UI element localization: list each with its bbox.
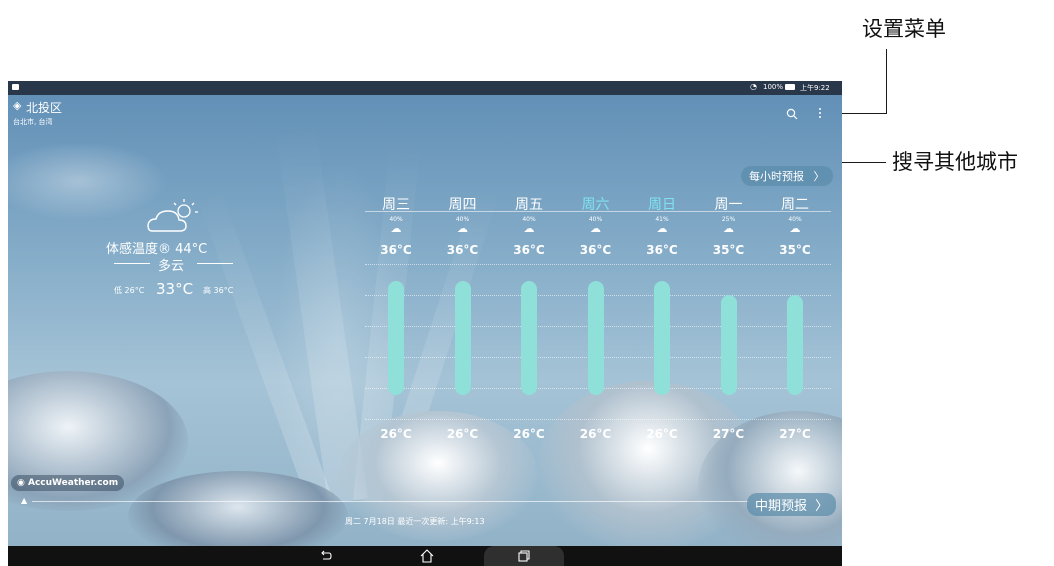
grid-line (365, 264, 831, 265)
forecast-high: 35°C (712, 243, 745, 257)
recents-icon (518, 550, 530, 562)
home-icon[interactable] (419, 548, 435, 564)
location-city: 台北市, 台湾 (13, 118, 53, 126)
forecast-low: 26°C (380, 427, 412, 441)
cloudy-icon: ☁ (723, 222, 734, 235)
temperature-range-bar (654, 281, 670, 395)
forecast-high: 36°C (380, 243, 412, 257)
battery-percent: 100% (763, 83, 784, 91)
forecast-low: 26°C (579, 427, 612, 441)
cloudy-icon: ☁ (523, 222, 535, 235)
status-bar: ◔ 100% 上午9:22 (8, 81, 842, 95)
callout-line-settings-v (886, 49, 887, 114)
forecast-day-label[interactable]: 周日 (632, 194, 692, 214)
accuweather-icon: ◉ (17, 478, 25, 488)
hourly-forecast-label: 每小时预报 (749, 170, 804, 183)
temperature-range-bar (587, 281, 604, 395)
expand-arrow-icon[interactable]: ▲ (21, 496, 27, 505)
temperature-range-bar (454, 281, 471, 395)
current-temperature: 33°C (156, 280, 194, 298)
today-low: 低 26°C (114, 286, 145, 295)
accuweather-text: AccuWeather.com (28, 478, 119, 488)
cloudy-icon: ☁ (656, 222, 668, 235)
forecast-day-label[interactable]: 周一 (699, 194, 759, 214)
forecast-low: 26°C (646, 427, 678, 441)
forecast-low: 26°C (513, 427, 545, 441)
temperature-range-bar (388, 281, 404, 395)
last-update-text: 周二 7月18日 最近一次更新: 上午9:13 (345, 517, 485, 526)
footer-divider (32, 501, 749, 502)
cloudy-icon: ☁ (789, 222, 801, 235)
weather-app-screen: ◔ 100% 上午9:22 ◈ 北投区 台北市, 台湾 体感温度® 44°C 多… (8, 81, 842, 566)
forecast-day-label[interactable]: 周二 (765, 194, 825, 214)
battery-icon (785, 84, 795, 90)
hourly-forecast-button[interactable]: 每小时预报 〉 (741, 166, 833, 186)
chevron-right-icon: 〉 (815, 499, 829, 514)
forecast-low: 26°C (446, 427, 479, 441)
wifi-icon: ◔ (750, 82, 757, 91)
grid-line (365, 419, 831, 420)
location-diamond-icon: ◈ (13, 99, 22, 112)
temperature-range-bar (787, 294, 803, 395)
forecast-day-label[interactable]: 周六 (566, 194, 626, 214)
navigation-bar (8, 546, 842, 566)
forecast-day-label[interactable]: 周五 (499, 194, 559, 214)
temperature-range-bar (521, 281, 537, 395)
forecast-low: 27°C (779, 427, 811, 441)
forecast-day-label[interactable]: 周四 (433, 194, 493, 214)
partly-cloudy-icon (147, 199, 198, 232)
extended-forecast-label: 中期预报 (755, 499, 808, 514)
forecast-day-label[interactable]: 周三 (366, 194, 426, 214)
forecast-high: 35°C (779, 243, 811, 257)
cloud (8, 141, 168, 221)
location-district[interactable]: 北投区 (26, 99, 62, 116)
callout-settings-menu: 设置菜单 (862, 17, 946, 41)
callout-line-settings-h (838, 113, 887, 114)
cloudy-icon: ☁ (390, 222, 402, 235)
accuweather-logo[interactable]: ◉ AccuWeather.com (11, 475, 125, 491)
condition-divider-left (114, 263, 150, 264)
overflow-menu-icon[interactable] (819, 107, 822, 121)
condition-divider-right (197, 263, 233, 264)
extended-forecast-button[interactable]: 中期预报 〉 (747, 493, 837, 516)
clock: 上午9:22 (800, 84, 830, 92)
forecast-high: 36°C (579, 243, 612, 257)
current-condition: 多云 (158, 259, 185, 274)
temperature-range-bar (720, 294, 737, 395)
callout-search-other-cities: 搜寻其他城市 (892, 150, 1018, 174)
cloudy-icon: ☁ (590, 222, 601, 235)
today-high: 高 36°C (203, 286, 234, 295)
feels-like-temperature: 体感温度® 44°C (106, 242, 208, 257)
search-icon[interactable] (786, 108, 798, 120)
forecast-low: 27°C (712, 427, 745, 441)
cloudy-icon: ☁ (457, 222, 468, 235)
forecast-high: 36°C (446, 243, 479, 257)
notification-icon (12, 84, 19, 90)
chevron-right-icon: 〉 (813, 170, 825, 183)
back-icon[interactable] (319, 549, 333, 563)
forecast-high: 36°C (513, 243, 545, 257)
forecast-high: 36°C (646, 243, 678, 257)
recents-button[interactable] (484, 546, 564, 566)
